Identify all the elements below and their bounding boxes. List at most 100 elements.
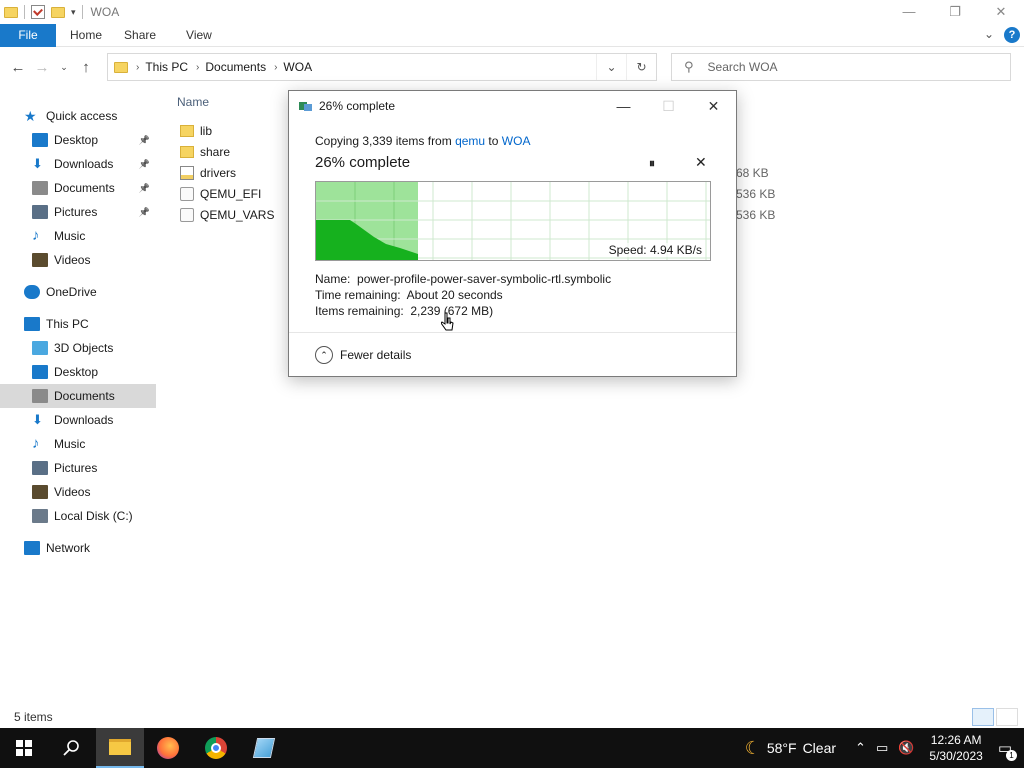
chevron-right-icon[interactable]: › [274,62,277,73]
sidebar-item-label: Videos [54,485,91,499]
sidebar-item-videos[interactable]: Videos [0,480,156,504]
sidebar-item-label: Local Disk (C:) [54,509,133,523]
recent-locations-icon[interactable]: ⌄ [54,62,74,73]
sidebar-item-pictures[interactable]: Pictures [0,456,156,480]
chevron-right-icon[interactable]: › [136,62,139,73]
name-label: Name: [315,272,351,286]
destination-link[interactable]: WOA [502,134,531,148]
large-icons-view-icon[interactable] [996,708,1018,726]
tab-file[interactable]: File [0,23,56,47]
notifications-icon[interactable]: ▭ 1 [998,739,1017,761]
clock[interactable]: 12:26 AM 5/30/2023 [929,732,982,764]
sidebar-item-label: Pictures [54,205,98,219]
navigation-pane: ★ Quick access Desktop 📌 ⬇ Downloads 📌 Document… [0,100,156,700]
chevron-down-icon[interactable]: ▾ [71,7,76,18]
maximize-button[interactable]: ❐ [932,0,978,24]
pin-icon: 📌 [138,134,150,145]
sidebar-item-pictures[interactable]: Pictures 📌 [0,200,156,224]
breadcrumb-this-pc[interactable]: This PC [145,60,188,74]
address-bar[interactable]: › This PC › Documents › WOA ⌄ ↻ [107,53,657,81]
dialog-minimize-button[interactable]: — [601,91,646,121]
help-icon[interactable]: ? [1004,27,1020,43]
network-icon[interactable]: ▭ [876,740,888,756]
notepad-taskbar-button[interactable] [240,728,288,768]
volume-muted-icon[interactable]: 🔇 [898,740,914,756]
properties-icon[interactable] [31,5,45,19]
mouse-cursor-icon [441,312,454,331]
expand-ribbon-icon[interactable]: ⌄ [984,27,994,43]
sidebar-item-downloads[interactable]: ⬇ Downloads 📌 [0,152,156,176]
search-icon: ⚲ [684,59,694,74]
close-button[interactable]: ✕ [978,0,1024,24]
back-arrow-icon[interactable]: ← [6,59,30,76]
refresh-icon[interactable]: ↻ [626,54,656,80]
file-icon [180,207,194,222]
sidebar-item-label: 3D Objects [54,341,114,355]
sidebar-item-desktop[interactable]: Desktop [0,360,156,384]
sidebar-item-network[interactable]: Network [0,536,156,560]
transfer-speed-graph: Speed: 4.94 KB/s [315,181,711,261]
dialog-close-button[interactable]: ✕ [691,91,736,121]
pin-icon: 📌 [138,158,150,169]
sidebar-item-desktop[interactable]: Desktop 📌 [0,128,156,152]
file-explorer-taskbar-button[interactable] [96,728,144,768]
show-hidden-icons-icon[interactable]: ⌃ [855,740,866,756]
videos-icon [32,485,48,499]
chrome-taskbar-button[interactable] [192,728,240,768]
cancel-button[interactable]: ✕ [695,154,707,171]
sidebar-item-local-disk-c[interactable]: Local Disk (C:) [0,504,156,528]
chevron-right-icon[interactable]: › [196,62,199,73]
view-switcher [972,708,1018,726]
firefox-taskbar-button[interactable] [144,728,192,768]
sidebar-item-downloads[interactable]: ⬇ Downloads [0,408,156,432]
new-folder-icon[interactable] [51,6,65,18]
breadcrumb-woa[interactable]: WOA [283,60,312,74]
tab-share[interactable]: Share [124,28,156,42]
column-header-name[interactable]: Name [177,95,209,109]
tab-home[interactable]: Home [70,28,102,42]
item-count: 5 items [14,710,53,724]
star-icon: ★ [24,108,37,124]
folder-icon [180,124,194,137]
sidebar-item-documents[interactable]: Documents [0,384,156,408]
notification-count: 1 [1006,750,1017,761]
weather-widget[interactable]: ☾ 58°F Clear [745,738,836,759]
minimize-button[interactable]: — [886,0,932,24]
download-icon: ⬇ [32,156,43,171]
documents-icon [32,389,48,403]
sidebar-item-label: Downloads [54,157,114,171]
sidebar-item-quick-access[interactable]: ★ Quick access [0,104,156,128]
file-name: share [200,144,231,159]
network-icon [24,541,40,555]
details-view-icon[interactable] [972,708,994,726]
sidebar-item-music[interactable]: ♪ Music [0,224,156,248]
up-arrow-icon[interactable]: ↑ [74,59,98,76]
sidebar-item-label: Documents [54,389,115,403]
sidebar-item-onedrive[interactable]: OneDrive [0,280,156,304]
breadcrumb-documents[interactable]: Documents [205,60,266,74]
file-size: 536 KB [736,207,776,222]
fewer-details-button[interactable]: ⌃ Fewer details [315,346,411,364]
sidebar-item-videos[interactable]: Videos [0,248,156,272]
search-input[interactable]: Search WOA [708,60,778,74]
sidebar-item-this-pc[interactable]: This PC [0,312,156,336]
folder-icon [114,61,128,73]
tab-view[interactable]: View [186,28,212,42]
address-dropdown-icon[interactable]: ⌄ [596,54,626,80]
sidebar-item-label: This PC [46,317,89,331]
sidebar-item-music[interactable]: ♪ Music [0,432,156,456]
search-box[interactable]: ⚲ Search WOA [671,53,1011,81]
sidebar-item-documents[interactable]: Documents 📌 [0,176,156,200]
window-controls: — ❐ ✕ [886,0,1024,24]
source-link[interactable]: qemu [455,134,485,148]
start-button[interactable] [0,728,48,768]
sidebar-item-label: Music [54,229,86,243]
pause-button[interactable]: ⏸ [649,156,655,171]
sidebar-item-3d-objects[interactable]: 3D Objects [0,336,156,360]
file-name: QEMU_EFI [200,186,262,201]
copying-summary: Copying 3,339 items from qemu to WOA [315,134,530,148]
forward-arrow-icon[interactable]: → [30,59,54,76]
search-button[interactable] [48,728,96,768]
sidebar-item-label: Documents [54,181,115,195]
items-label: Items remaining: [315,304,404,318]
